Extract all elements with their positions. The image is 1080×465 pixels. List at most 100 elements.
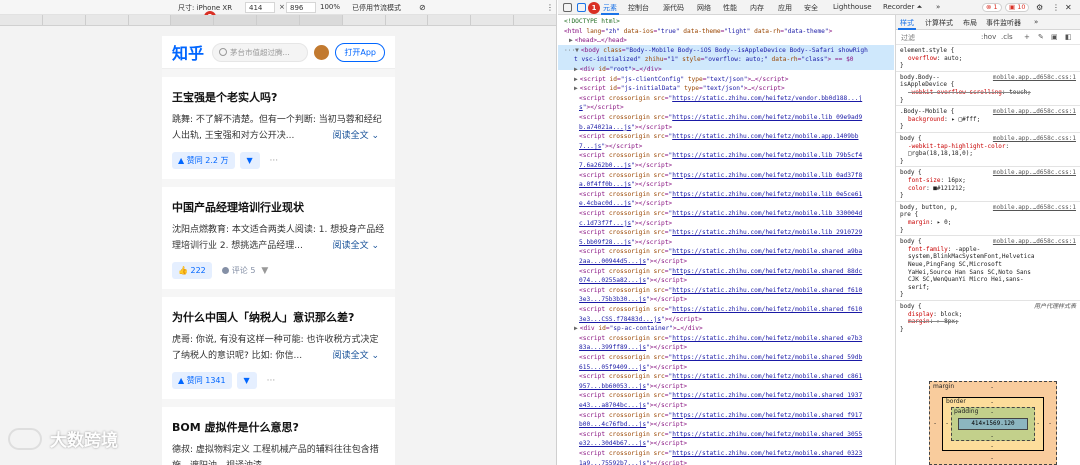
cls-toggle[interactable]: .cls [1001,33,1013,41]
css-source-link[interactable]: 用户代理样式表 [1034,303,1076,311]
dom-node-line[interactable]: <script crossorigin src="https://static.… [579,268,894,276]
tab-performance[interactable]: 性能 [723,3,737,13]
dom-node-line[interactable]: <script crossorigin src="https://static.… [579,354,894,362]
css-source-link[interactable]: mobile.app.…d658c.css:1 [993,238,1076,246]
more-tabs-icon[interactable]: » [1034,18,1038,26]
css-rule-close[interactable]: } [900,123,1078,131]
tab-elements[interactable]: 元素 [603,3,617,13]
downvote-button[interactable]: ▼ [236,372,257,389]
read-more-link[interactable]: 阅读全文 ⌄ [316,238,379,254]
dom-node-line[interactable]: <script crossorigin src="https://static.… [579,392,894,400]
css-selector[interactable]: body, button, p, mobile.app.…d658c.css:1 [900,204,1078,212]
css-declaration[interactable]: display: block; [900,311,1078,319]
card-excerpt[interactable]: 跳舞: 不了解不清楚。但有一个判断: 当初马蓉和经纪人出轨, 王宝强和对方公开决… [172,112,385,144]
dom-node-line[interactable]: ▶ <head>…</head> [569,37,894,45]
dom-node-line[interactable]: <script crossorigin src="https://static.… [579,95,894,103]
css-declaration-continued[interactable]: CJK SC,WenQuanYi Micro Hei,sans- [900,276,1078,284]
css-declaration[interactable]: -webkit-tap-highlight-color: [900,143,1078,151]
dom-node-line[interactable]: <script crossorigin src="https://static.… [579,373,894,381]
css-selector[interactable]: element.style { [900,47,1078,55]
css-source-link[interactable]: mobile.app.…d658c.css:1 [993,108,1076,116]
dom-node-line[interactable]: t vsc-initialized" zhihu="1" style="over… [574,56,894,64]
paint-icon[interactable]: ✎ [1038,33,1044,41]
css-selector[interactable]: isAppleDevice { [900,81,1078,89]
dom-node-line[interactable]: <script crossorigin src="https://static.… [579,191,894,199]
dom-node-line[interactable]: ▶ <script id="js-clientConfig" type="text… [574,76,894,84]
inspect-element-icon[interactable] [563,3,572,12]
throttle-select[interactable]: 已停用节流模式 [352,3,401,13]
card-excerpt[interactable]: 虎哥: 你说, 有没有这样一种可能: 也许收税方式决定了纳税人的意识呢? 比如:… [172,332,385,364]
dom-node-line[interactable]: e43...a8704bc...js"></script> [579,402,894,410]
css-selector[interactable]: body.Body-- mobile.app.…d658c.css:1 [900,74,1078,82]
dom-node-line[interactable]: <script crossorigin src="https://static.… [579,152,894,160]
css-source-link[interactable]: mobile.app.…d658c.css:1 [993,169,1076,177]
css-rule-close[interactable]: } [900,97,1078,105]
dom-node-line[interactable]: <script crossorigin src="https://static.… [579,306,894,314]
elements-tree[interactable]: <!DOCTYPE html> <html lang="zh" data-ios=… [558,15,894,465]
downvote-button[interactable]: ▼ [239,152,260,169]
css-declaration-continued[interactable]: YaHei,Source Han Sans SC,Noto Sans [900,269,1078,277]
tab-application[interactable]: 应用 [778,3,792,13]
dom-node-line[interactable]: 074...0255a82...js"></script> [579,277,894,285]
dom-node-line[interactable]: e.4cbac0d...js"></script> [579,200,894,208]
comment-button[interactable]: 评论 5 [221,265,255,276]
dom-node-line[interactable]: <html lang="zh" data-ios="true" data-the… [564,28,894,36]
css-selector[interactable]: .Body--Mobile {mobile.app.…d658c.css:1 [900,108,1078,116]
card-title[interactable]: 为什么中国人「纳税人」意识那么差? [172,309,385,325]
open-app-button[interactable]: 打开App [335,42,385,62]
dom-node-line[interactable]: 615...05f9409...js"></script> [579,364,894,372]
css-rule-close[interactable]: } [900,326,1078,334]
css-selector[interactable]: body {mobile.app.…d658c.css:1 [900,135,1078,143]
css-declaration[interactable]: color: ■#121212; [900,185,1078,193]
css-source-link[interactable]: mobile.app.…d658c.css:1 [993,135,1076,143]
dom-node-line[interactable]: s"></script> [579,104,894,112]
css-declaration[interactable]: background: ▸ □#fff; [900,116,1078,124]
css-rule-close[interactable]: } [900,62,1078,70]
boxmodel-content[interactable]: 414×1569.120 [958,418,1028,430]
css-declaration[interactable]: margin: ▸ 8px; [900,318,1078,326]
like-button[interactable]: 👍 222 [172,262,212,279]
css-rule-close[interactable]: } [900,192,1078,200]
css-declaration-continued[interactable]: serif; [900,284,1078,292]
hov-toggle[interactable]: :hov [981,33,996,41]
settings-gear-icon[interactable]: ⚙ [1036,3,1043,12]
sidebar-toggle-icon[interactable]: ◧ [1065,33,1072,41]
card-excerpt[interactable]: 德叔: 虚拟物料定义 工程机械产品的辅料往往包含措施、遮阳油、视译油漆... [172,442,385,465]
css-rule-close[interactable]: } [900,158,1078,166]
dom-node-line[interactable]: <script crossorigin src="https://static.… [579,287,894,295]
css-source-link[interactable]: mobile.app.…d658c.css:1 [993,204,1076,212]
error-count-badge[interactable]: ⊗ 1 [982,3,1002,12]
dom-node-line[interactable]: b.a74021a...js"></script> [579,124,894,132]
css-declaration[interactable]: -webkit-overflow-scrolling: touch; [900,89,1078,97]
css-selector[interactable]: body {mobile.app.…d658c.css:1 [900,169,1078,177]
avatar[interactable] [314,44,330,60]
tab-layout[interactable]: 布局 [963,18,977,28]
media-query-ruler[interactable] [0,15,556,26]
tab-computed[interactable]: 计算样式 [925,18,953,28]
computed-toggle-icon[interactable]: ▣ [1051,33,1058,41]
css-declaration-continued[interactable]: system,BlinkMacSystemFont,Helvetica [900,253,1078,261]
zoom-select[interactable]: 100% [320,3,340,11]
dom-node-line[interactable]: 7.6a262b0...js"></script> [579,162,894,170]
dom-node-line[interactable]: 3e3...CSS.f78483d...js"></script> [579,316,894,324]
dom-node-line[interactable]: <script crossorigin src="https://static.… [579,172,894,180]
devtools-menu-icon[interactable]: ⋮ [1052,3,1060,12]
dom-node-line[interactable]: <script crossorigin src="https://static.… [579,412,894,420]
more-tabs-icon[interactable]: » [936,3,940,11]
card-excerpt[interactable]: 沈阳点燃教育: 本文适合两类人阅读: 1. 想投身产品经理培训行业 2. 想挑选… [172,222,385,254]
dom-node-line[interactable]: b00...4c76fbd...js"></script> [579,421,894,429]
filter-input[interactable]: 过滤 [901,33,915,43]
dom-node-line[interactable]: <script crossorigin src="https://static.… [579,210,894,218]
tab-lighthouse[interactable]: Lighthouse [833,3,872,11]
dom-node-line[interactable]: c.1d73f7f...js"></script> [579,220,894,228]
css-selector[interactable]: body {mobile.app.…d658c.css:1 [900,238,1078,246]
css-source-link[interactable]: mobile.app.…d658c.css:1 [993,74,1076,82]
css-declaration[interactable]: font-size: 16px; [900,177,1078,185]
dom-node-line[interactable]: <script crossorigin src="https://static.… [579,335,894,343]
dom-node-line[interactable]: 2aa...00944d5...js"></script> [579,258,894,266]
more-icon[interactable]: ··· [270,156,279,166]
search-input[interactable]: 茅台市值超过腾... [212,42,309,62]
card-title[interactable]: BOM 虚拟件是什么意思? [172,419,385,435]
dom-node-line[interactable]: ▶ <script id="js-initialData" type="text/… [574,85,894,93]
dom-node-line[interactable]: ▶ <div id="sp-ac-container">…</div> [574,325,894,333]
